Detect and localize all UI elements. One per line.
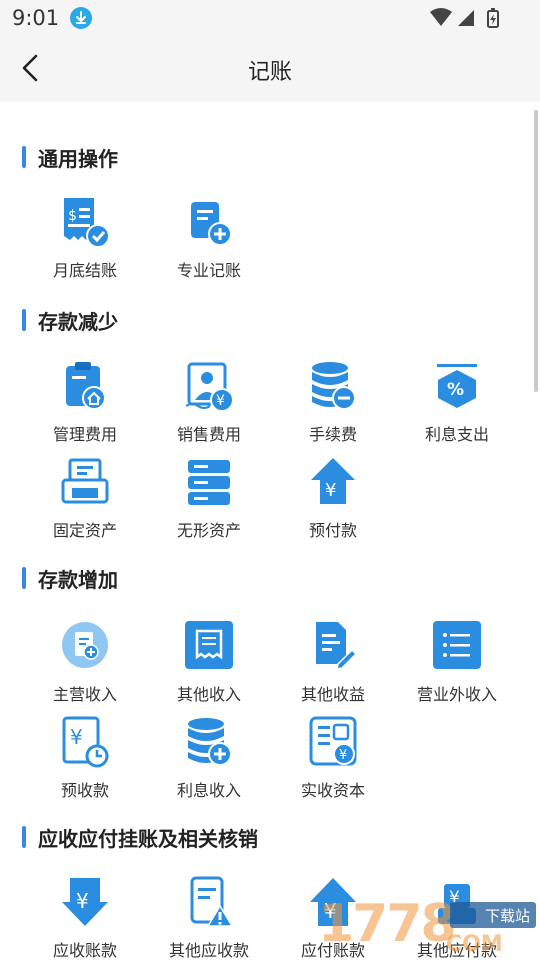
- tile-sales-expense[interactable]: ¥ 销售费用: [147, 360, 271, 452]
- svg-text:¥: ¥: [76, 889, 89, 913]
- tile-fixed-assets[interactable]: 固定资产: [23, 456, 147, 548]
- doc-add-icon: [184, 196, 234, 250]
- tile-label: 销售费用: [176, 425, 241, 444]
- coins-minus-icon: [308, 360, 358, 414]
- tile-label: 预付款: [308, 521, 357, 540]
- salesperson-yen-icon: ¥: [184, 360, 234, 414]
- tile-management-expense[interactable]: 管理费用: [23, 360, 147, 452]
- tile-professional-bookkeeping[interactable]: 专业记账: [147, 196, 271, 288]
- section-title: 通用操作: [38, 147, 118, 171]
- tile-label: 营业外收入: [416, 685, 497, 704]
- tile-label: 预收款: [60, 781, 109, 800]
- svg-text:%: %: [447, 380, 464, 400]
- tile-label: 月底结账: [52, 261, 117, 280]
- tile-label: 其他应收款: [168, 941, 249, 960]
- tile-main-revenue[interactable]: 主营收入: [23, 620, 147, 712]
- section-accent-bar: [22, 309, 26, 331]
- tile-non-operating-income[interactable]: 营业外收入: [395, 620, 519, 712]
- signal-icon: [458, 10, 474, 26]
- svg-text:¥: ¥: [339, 748, 347, 763]
- receipt-square-icon: [184, 620, 234, 674]
- tile-label: 管理费用: [52, 425, 117, 444]
- tile-other-receivables[interactable]: 其他应收款: [147, 876, 271, 960]
- wifi-icon: [430, 8, 452, 26]
- download-icon: [70, 7, 92, 29]
- tile-label: 应收账款: [52, 941, 117, 960]
- tile-service-fee[interactable]: 手续费: [271, 360, 395, 452]
- tile-label: 专业记账: [176, 261, 241, 280]
- tile-month-end-close[interactable]: $ 月底结账: [23, 196, 147, 288]
- tile-label: 利息收入: [176, 781, 241, 800]
- section-accent-bar: [22, 826, 26, 848]
- doc-warning-icon: [184, 876, 234, 930]
- tile-prepayment[interactable]: ¥ 预付款: [271, 456, 395, 548]
- percent-hexagon-icon: %: [432, 360, 482, 414]
- tile-advance-receipts[interactable]: ¥ 预收款: [23, 716, 147, 808]
- list-square-icon: [432, 620, 482, 674]
- yen-arrow-down-icon: ¥: [60, 876, 110, 930]
- receipt-check-icon: $: [60, 196, 110, 250]
- svg-text:¥: ¥: [325, 480, 336, 501]
- status-icons: [430, 8, 500, 28]
- house-yen-icon: ¥: [308, 456, 358, 510]
- tile-label: 主营收入: [52, 685, 117, 704]
- tile-interest-expense[interactable]: % 利息支出: [395, 360, 519, 452]
- tile-label: 其他收入: [176, 685, 241, 704]
- tile-label: 其他收益: [300, 685, 365, 704]
- status-time: 9:01: [12, 6, 60, 30]
- app-bar: 记账: [0, 36, 540, 102]
- tile-label: 利息支出: [424, 425, 489, 444]
- section-title: 存款减少: [38, 310, 118, 334]
- clipboard-home-icon: [60, 360, 110, 414]
- site-watermark: 1778 下载站 COM: [318, 892, 540, 960]
- printer-icon: [60, 456, 110, 510]
- tile-label: 固定资产: [52, 521, 117, 540]
- tile-label: 实收资本: [300, 781, 365, 800]
- page-title: 记账: [247, 60, 292, 85]
- svg-text:$: $: [68, 208, 77, 224]
- status-bar: 9:01: [0, 0, 540, 36]
- section-accent-bar: [22, 567, 26, 589]
- section-accent-bar: [22, 146, 26, 168]
- yen-clock-icon: ¥: [60, 716, 110, 770]
- svg-text:¥: ¥: [70, 725, 83, 749]
- watermark-number: 1778: [318, 894, 457, 954]
- tile-label: 无形资产: [176, 521, 241, 540]
- tile-other-gains[interactable]: 其他收益: [271, 620, 395, 712]
- server-stack-icon: [184, 456, 234, 510]
- tile-accounts-receivable[interactable]: ¥ 应收账款: [23, 876, 147, 960]
- svg-text:¥: ¥: [216, 393, 225, 409]
- tile-interest-income[interactable]: 利息收入: [147, 716, 271, 808]
- watermark-suffix: COM: [446, 932, 503, 957]
- doc-edit-icon: [308, 620, 358, 674]
- tile-paid-in-capital[interactable]: ¥ 实收资本: [271, 716, 395, 808]
- coins-add-icon: [184, 716, 234, 770]
- circle-doc-add-icon: [60, 620, 110, 674]
- tile-intangible-assets[interactable]: 无形资产: [147, 456, 271, 548]
- section-title: 应收应付挂账及相关核销: [38, 827, 258, 851]
- battery-icon: [487, 8, 499, 28]
- watermark-badge: 下载站: [450, 902, 536, 928]
- tile-label: 手续费: [308, 425, 357, 444]
- section-title: 存款增加: [38, 568, 118, 592]
- form-yen-icon: ¥: [308, 716, 358, 770]
- scrollbar[interactable]: [534, 110, 538, 392]
- tile-other-revenue[interactable]: 其他收入: [147, 620, 271, 712]
